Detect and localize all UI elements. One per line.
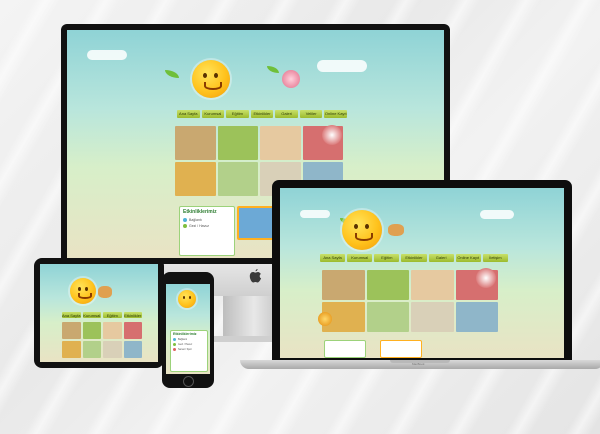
panel-item[interactable]: Sanat / Spor [178, 348, 192, 351]
iphone-website[interactable]: Etkinliklerimiz Bağlantı Gezi / Havuz Sa… [166, 284, 210, 374]
nav-item[interactable]: Ana Sayfa [62, 312, 81, 318]
macbook-gallery[interactable] [322, 270, 498, 332]
panel-item[interactable]: Gezi / Havuz [189, 224, 209, 228]
nav-item[interactable]: Ana Sayfa [177, 110, 200, 118]
nav-item[interactable]: Etkinlikler [250, 110, 274, 118]
macbook-label: MacBook [412, 362, 425, 366]
macbook-screen: Ana Sayfa Kurumsal Eğitim Etkinlikler Ga… [272, 180, 572, 361]
nav-item[interactable]: Online Kayıt [455, 254, 481, 262]
macbook-photo-panel [380, 340, 422, 358]
ipad-website[interactable]: Ana Sayfa Kurumsal Eğitim Etkinlikler [40, 264, 158, 362]
macbook-website[interactable]: Ana Sayfa Kurumsal Eğitim Etkinlikler Ga… [280, 188, 564, 358]
macbook-activities-panel [324, 340, 366, 358]
ipad-device: Ana Sayfa Kurumsal Eğitim Etkinlikler [34, 258, 164, 368]
imac-nav: Ana Sayfa Kurumsal Eğitim Etkinlikler Ga… [177, 110, 348, 118]
macbook-nav: Ana Sayfa Kurumsal Eğitim Etkinlikler Ga… [320, 254, 508, 262]
nav-item[interactable]: Galeri [275, 110, 298, 118]
nav-item[interactable]: Eğitim [226, 110, 249, 118]
apple-icon [249, 269, 262, 284]
panel-item[interactable]: Bağlantı [178, 338, 187, 341]
iphone-activities-panel: Etkinliklerimiz Bağlantı Gezi / Havuz Sa… [170, 330, 208, 372]
nav-item[interactable]: Ana Sayfa [320, 254, 346, 262]
ipad-gallery[interactable] [62, 322, 142, 358]
ipad-nav: Ana Sayfa Kurumsal Eğitim Etkinlikler [62, 312, 142, 318]
sun-mascot [192, 60, 230, 98]
nav-item[interactable]: Online Kayıt [324, 110, 348, 118]
sun-mascot [70, 278, 96, 304]
nav-item[interactable]: Eğitim [374, 254, 400, 262]
iphone-device: Etkinliklerimiz Bağlantı Gezi / Havuz Sa… [162, 272, 214, 388]
nav-item[interactable]: Etkinlikler [401, 254, 427, 262]
panel-item[interactable]: Bağlantı [189, 218, 202, 222]
sun-mascot [342, 210, 382, 250]
nav-item[interactable]: Kurumsal [82, 312, 101, 318]
nav-item[interactable]: İletişim [482, 254, 508, 262]
nav-item[interactable]: Veliler [299, 110, 323, 118]
nav-item[interactable]: Kurumsal [347, 254, 373, 262]
panel-title: Etkinliklerimiz [183, 209, 217, 215]
nav-item[interactable]: Galeri [428, 254, 454, 262]
nav-item[interactable]: Etkinlikler [123, 312, 142, 318]
home-button[interactable] [183, 376, 194, 387]
imac-activities-panel: Etkinliklerimiz Bağlantı Gezi / Havuz [179, 206, 235, 256]
nav-item[interactable]: Kurumsal [201, 110, 225, 118]
nav-item[interactable]: Eğitim [103, 312, 122, 318]
panel-item[interactable]: Gezi / Havuz [178, 343, 192, 346]
sun-mascot [178, 290, 196, 308]
